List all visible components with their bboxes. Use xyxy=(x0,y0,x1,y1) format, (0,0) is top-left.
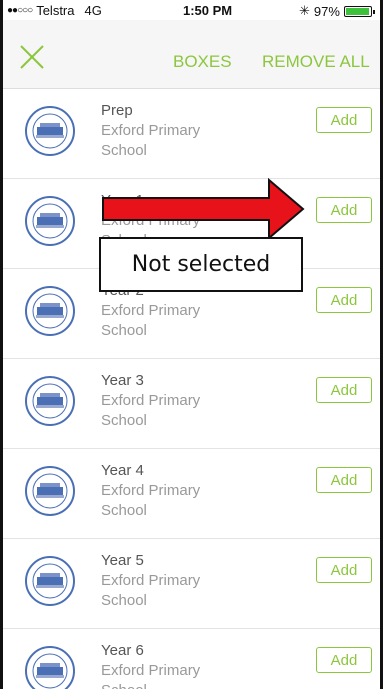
status-time: 1:50 PM xyxy=(183,3,233,18)
navigation-bar: BOXES REMOVE ALL xyxy=(3,20,380,89)
class-title: Year 4 xyxy=(101,462,144,479)
annotation-callout: Not selected xyxy=(99,237,303,292)
add-button[interactable]: Add xyxy=(316,197,372,223)
carrier-name: Telstra xyxy=(36,3,75,18)
school-name-line1: Exford Primary xyxy=(101,662,201,679)
list-item: Year 5 Exford Primary School Add xyxy=(3,539,380,629)
school-name-line1: Exford Primary xyxy=(101,482,201,499)
x-icon[interactable] xyxy=(19,44,45,70)
school-logo-icon xyxy=(25,106,75,156)
school-name-line1: Exford Primary xyxy=(101,572,201,589)
school-name-line1: Exford Primary xyxy=(101,302,201,319)
school-name-line2: School xyxy=(101,502,147,519)
class-title: Year 6 xyxy=(101,642,144,659)
school-name-line1: Exford Primary xyxy=(101,122,201,139)
school-name-line2: School xyxy=(101,681,200,689)
class-title: Year 3 xyxy=(101,372,144,389)
battery-icon xyxy=(343,5,375,17)
add-button[interactable]: Add xyxy=(316,647,372,673)
add-button[interactable]: Add xyxy=(316,467,372,493)
battery-level-fill xyxy=(345,7,369,15)
school-name-line2: School xyxy=(101,412,147,429)
school-name-line1: Exford Primary xyxy=(101,392,201,409)
battery-percent: 97% xyxy=(313,3,340,19)
remove-all-button[interactable]: REMOVE ALL xyxy=(262,52,370,72)
list-item: Year 4 Exford Primary School Add xyxy=(3,449,380,539)
school-name-line2: School xyxy=(101,142,147,159)
school-logo-icon xyxy=(25,556,75,606)
phone-screen: ●●○○○ Telstra 4G 1:50 PM ✳ 97% BOXES REM… xyxy=(0,0,383,689)
list-item: Prep Exford Primary School Add xyxy=(3,89,380,179)
school-logo-icon xyxy=(25,466,75,516)
boxes-button[interactable]: BOXES xyxy=(173,52,232,72)
red-arrow-annotation xyxy=(102,178,305,240)
add-button[interactable]: Add xyxy=(316,107,372,133)
add-button[interactable]: Add xyxy=(316,287,372,313)
school-name-line2: School xyxy=(101,592,147,609)
class-title: Prep xyxy=(101,102,133,119)
school-logo-icon xyxy=(25,376,75,426)
status-bar: ●●○○○ Telstra 4G 1:50 PM ✳ 97% xyxy=(3,0,380,20)
network-type: 4G xyxy=(84,3,102,18)
add-button[interactable]: Add xyxy=(316,377,372,403)
bluetooth-icon: ✳ xyxy=(299,3,310,18)
school-logo-icon xyxy=(25,286,75,336)
school-logo-icon xyxy=(25,196,75,246)
signal-strength-icon: ●●○○○ xyxy=(7,5,33,16)
add-button[interactable]: Add xyxy=(316,557,372,583)
school-name-line2: School xyxy=(101,322,147,339)
class-title: Year 5 xyxy=(101,552,144,569)
list-item: Year 6 Exford Primary School Add xyxy=(3,629,380,689)
school-logo-icon xyxy=(25,646,75,689)
annotation-label: Not selected xyxy=(131,252,271,277)
list-item: Year 3 Exford Primary School Add xyxy=(3,359,380,449)
